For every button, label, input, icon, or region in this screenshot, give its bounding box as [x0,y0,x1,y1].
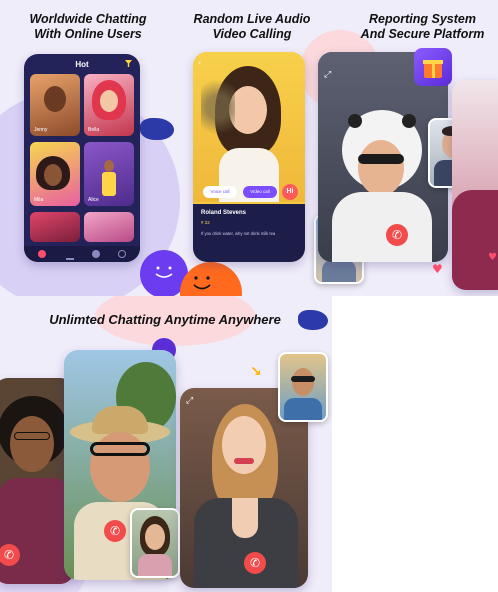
nav-profile-icon[interactable] [118,250,126,258]
promo-panel-top: Worldwide Chatting With Online Users Ran… [0,0,498,296]
phone-hangup-icon[interactable]: ✆ [386,224,408,246]
smiley-faces [155,266,211,290]
gift-icon[interactable] [414,48,452,86]
hot-title: Hot [75,60,89,69]
nav-stats-icon[interactable] [66,251,74,260]
phone-hangup-icon[interactable]: ✆ [104,520,126,542]
bottom-nav [24,246,140,262]
profile-id: # 22 [201,220,210,225]
expand-icon[interactable]: ‹ [198,58,201,67]
heart-icon[interactable]: ♥ [432,262,443,276]
user-name: Mila [34,197,44,203]
say-hi-button[interactable]: Hi [282,184,298,200]
call-phone-left: ✆ [0,378,74,584]
video-call-button[interactable]: Video call [243,186,277,198]
user-tile[interactable]: Alice [84,142,134,206]
nav-fire-icon[interactable] [38,250,46,258]
profile-card: Roland Stevens # 22 If you drink water, … [193,204,305,262]
hot-screen-phone: Hot Jenny Bella Mila Alice [24,54,140,262]
caption-chatting: Worldwide Chatting With Online Users [29,12,147,41]
user-tile[interactable]: Mila [30,142,80,206]
decor-blob [140,118,174,140]
heart-icon[interactable]: ♥ [488,252,497,263]
user-tile[interactable]: Jenny [30,74,80,136]
user-name: Jenny [34,127,48,133]
audio-call-button[interactable]: Voice call [203,186,237,198]
profile-message: If you drink water, why not drink milk t… [201,231,276,236]
profile-photo [193,52,305,202]
user-tile[interactable] [30,212,80,242]
random-call-phone: ‹ Voice call Video call Hi Roland Steven… [193,52,305,262]
expand-icon[interactable]: ⤢ [324,70,331,80]
user-name: Alice [88,197,99,203]
promo-panel-bottom: Unlimted Chatting Anytime Anywhere ✆ ✆ ⤢… [0,296,332,592]
phone-hangup-icon[interactable]: ✆ [244,552,266,574]
user-tile[interactable] [84,212,134,242]
arrow-icon: ↘ [250,364,262,380]
expand-icon[interactable]: ⤢ [186,396,193,406]
remote-video-thumbnail[interactable] [278,352,328,422]
user-tile[interactable]: Bella [84,74,134,136]
user-name: Bella [88,127,100,133]
caption-reporting: Reporting System And Secure Platform [360,12,485,41]
self-video-preview[interactable] [130,508,180,578]
caption-calling: Random Live Audio Video Calling [193,12,311,41]
nav-chat-icon[interactable] [92,250,100,258]
profile-name: Roland Stevens [201,210,247,216]
caption-unlimited: Unlimted Chatting Anytime Anywhere [49,312,281,327]
